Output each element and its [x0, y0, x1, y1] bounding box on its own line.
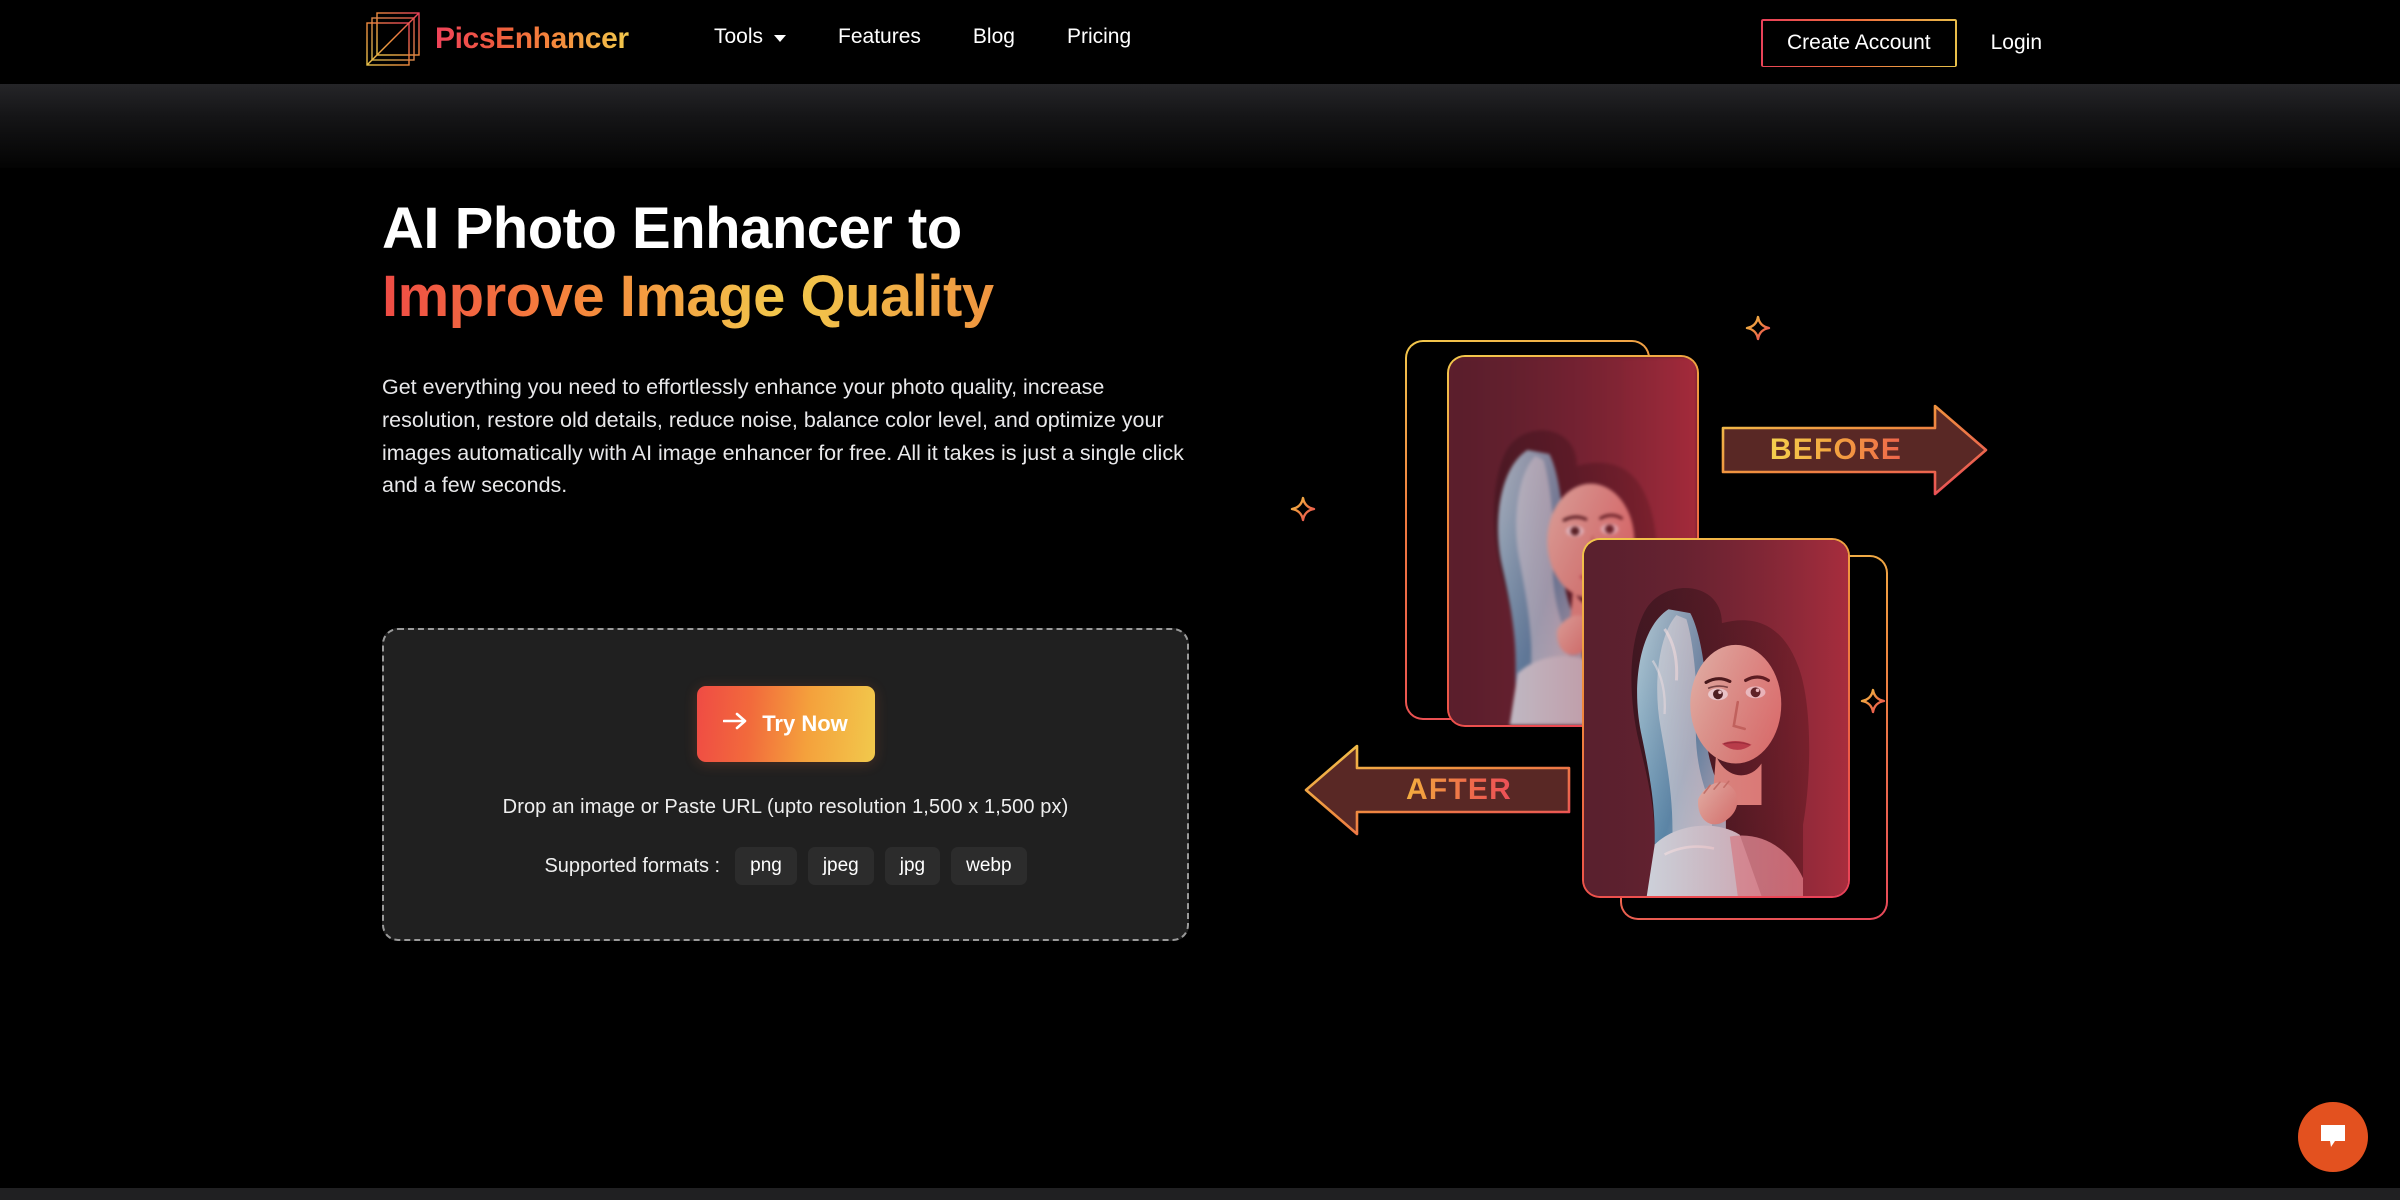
- nav-label: Tools: [714, 25, 764, 48]
- after-badge: AFTER: [1300, 740, 1572, 840]
- after-label: AFTER: [1360, 773, 1512, 807]
- supported-formats-label: Supported formats :: [544, 854, 721, 877]
- portrait-photo-after: [1584, 540, 1848, 896]
- nav-label: Features: [838, 25, 921, 48]
- sparkle-x-icon: [1290, 496, 1316, 522]
- header-gradient-band: [0, 84, 2400, 168]
- nav-item-tools[interactable]: Tools: [688, 20, 812, 53]
- page-root: PicsEnhancer Tools Features Blog Pricing: [0, 0, 2400, 1200]
- main-navigation: Tools Features Blog Pricing: [688, 20, 1157, 53]
- sparkle-x-icon: [1745, 315, 1771, 341]
- format-pill-png[interactable]: png: [735, 847, 797, 885]
- nav-label: Pricing: [1066, 25, 1132, 48]
- supported-formats-row: Supported formats : png jpeg jpg webp: [544, 847, 1027, 885]
- page-title: AI Photo Enhancer to Improve Image Quali…: [382, 195, 1262, 331]
- arrow-right-icon: [722, 711, 749, 737]
- brand-logo[interactable]: PicsEnhancer: [362, 8, 629, 70]
- chat-widget-button[interactable]: [2298, 1102, 2368, 1172]
- chevron-down-icon: [774, 34, 787, 42]
- login-link[interactable]: Login: [1973, 19, 2060, 67]
- nav-label: Blog: [972, 25, 1015, 48]
- photo-card-after: [1582, 538, 1850, 898]
- page-title-line-1: AI Photo Enhancer to: [382, 196, 962, 261]
- hero-description: Get everything you need to effortlessly …: [382, 374, 1184, 498]
- upload-dropzone[interactable]: Try Now Drop an image or Paste URL (upto…: [382, 628, 1189, 941]
- sparkle-x-icon: [1860, 688, 1886, 714]
- before-badge: BEFORE: [1720, 400, 1992, 500]
- page-title-line-2: Improve Image Quality: [382, 263, 1262, 331]
- hero-illustration: BEFORE AFTER: [1290, 290, 2290, 970]
- before-label: BEFORE: [1770, 433, 1942, 467]
- bottom-bar: [0, 1188, 2400, 1200]
- format-pill-jpeg[interactable]: jpeg: [807, 847, 874, 885]
- nav-item-features[interactable]: Features: [812, 20, 947, 53]
- nav-item-pricing[interactable]: Pricing: [1041, 20, 1157, 53]
- brand-name: PicsEnhancer: [435, 22, 629, 55]
- create-account-button[interactable]: Create Account: [1761, 19, 1957, 67]
- drop-hint-text: Drop an image or Paste URL (upto resolut…: [502, 796, 1069, 818]
- format-pill-webp[interactable]: webp: [951, 847, 1027, 885]
- format-pill-jpg[interactable]: jpg: [884, 847, 941, 885]
- stacked-squares-logo-icon: [362, 8, 424, 70]
- hero-text-block: AI Photo Enhancer to Improve Image Quali…: [382, 195, 1262, 502]
- auth-actions: Create Account Login: [1761, 19, 2060, 67]
- try-now-button[interactable]: Try Now: [696, 686, 875, 762]
- site-header: PicsEnhancer Tools Features Blog Pricing: [0, 0, 2400, 84]
- nav-item-blog[interactable]: Blog: [947, 20, 1041, 53]
- chat-bubble-icon: [2318, 1122, 2348, 1153]
- try-now-label: Try Now: [762, 711, 848, 736]
